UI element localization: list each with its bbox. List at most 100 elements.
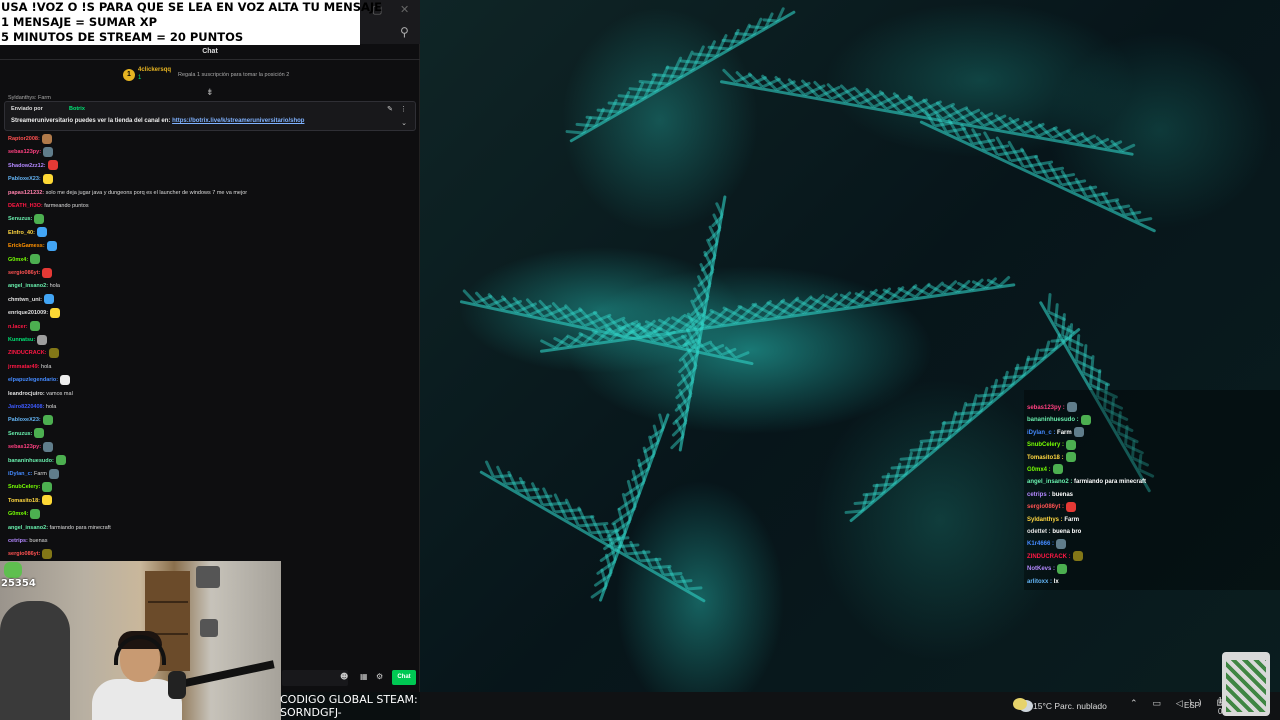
cam-wall-decor (200, 619, 218, 637)
chat-username[interactable]: G0mx4: (8, 511, 28, 517)
chat-username[interactable]: Tomasito18: (8, 498, 40, 504)
more-options-icon[interactable]: ⋮ (400, 105, 407, 113)
chat-input-bar: ☻ ▦ ⚙ Chat (280, 668, 420, 688)
chat-username[interactable]: sergio086yt: (8, 270, 40, 276)
emote-icon (1072, 551, 1083, 562)
emote-icon (36, 227, 47, 238)
collapse-pin-icon[interactable]: ⇟ (206, 88, 214, 98)
fern-leaflet (541, 501, 567, 507)
pinned-message: Enviado por Botrix Streameruniversitario… (4, 101, 416, 131)
cam-chair (0, 601, 70, 720)
emote-icon (48, 468, 59, 479)
chat-message: enrique201009: (8, 307, 61, 320)
chat-username[interactable]: SnubCelery: (8, 484, 40, 490)
emote-icon (50, 307, 61, 318)
emote-icon (47, 160, 58, 171)
chat-message: Shadow2zz12: (8, 160, 58, 173)
chat-username[interactable]: angel_insano2: (8, 525, 48, 531)
weather-text[interactable]: 15°C Parc. nublado (1033, 701, 1107, 711)
chat-message: Senuzus: (8, 213, 45, 226)
fern-leaflet (617, 94, 645, 100)
mug-overlay-icon (1222, 652, 1270, 716)
overlay-username: ZINDUCRACK : (1027, 553, 1071, 560)
language-indicator[interactable]: ESP (1184, 701, 1200, 710)
chat-username[interactable]: Senuzus: (8, 216, 32, 222)
chat-username[interactable]: ErickGamess: (8, 243, 45, 249)
chat-username[interactable]: Kunnatsu: (8, 337, 35, 343)
overlay-chat-message: cetrips : buenas (1027, 489, 1073, 501)
chat-username[interactable]: ZINDUCRACK: (8, 350, 47, 356)
emote-icon (34, 213, 45, 224)
weather-icon[interactable] (1013, 698, 1027, 710)
send-chat-button[interactable]: Chat (392, 670, 416, 685)
emote-icon (1057, 563, 1068, 574)
chat-username[interactable]: angel_insano2: (8, 283, 48, 289)
emote-icon (30, 508, 41, 519)
chat-username[interactable]: G0mx4: (8, 257, 28, 263)
chat-message: leandrocjuiro: vamos mal (8, 388, 73, 401)
chat-input[interactable] (282, 670, 348, 686)
chat-username[interactable]: PabloxeX23: (8, 176, 41, 182)
leaderboard[interactable]: 1 4clickersqq 1 Regala 1 suscripción par… (120, 66, 420, 86)
chat-message: chmtwn_uni: (8, 294, 54, 307)
chat-username[interactable]: leandrocjuiro: (8, 391, 45, 397)
gear-icon[interactable]: ⚙ (376, 672, 383, 681)
chat-username[interactable]: jrmmatar49: (8, 364, 40, 370)
pin-icon[interactable]: ✎ (387, 105, 393, 113)
shop-link[interactable]: https://botrix.live/k/streameruniversita… (172, 118, 304, 124)
chat-username[interactable]: Senuzus: (8, 431, 32, 437)
search-icon[interactable]: ⚲ (400, 25, 409, 39)
leader-sub-count: 1 (138, 75, 142, 81)
chat-username[interactable]: n.lacer: (8, 324, 28, 330)
overlay-text: Farm (1064, 516, 1080, 523)
chat-message: elpapuzlegendario: (8, 374, 71, 387)
close-icon[interactable]: ✕ (400, 3, 409, 16)
fern-leaflet (1082, 344, 1088, 373)
fern-stem (479, 470, 706, 603)
calendar-icon[interactable]: ▦ (360, 672, 368, 681)
chat-username[interactable]: Elnfro_40: (8, 230, 35, 236)
chat-username[interactable]: elpapuzlegendario: (8, 377, 58, 383)
chat-username[interactable]: papas121232: (8, 190, 44, 196)
chat-message: bananinhuesudo: (8, 455, 66, 468)
chat-message: ZINDUCRACK: (8, 347, 59, 360)
chat-message: papas121232: solo me deja jugar java y d… (8, 187, 247, 200)
chat-username[interactable]: DEATH_H3O: (8, 203, 43, 209)
fern-leaflet (652, 73, 681, 79)
overlay-chat-message: arlitoxx : lx (1027, 576, 1059, 588)
emote-icon (30, 254, 41, 265)
chat-username[interactable]: Raptor2008: (8, 136, 40, 142)
global-code: CODIGO GLOBAL STEAM: SORNDGFJ- (280, 693, 430, 719)
overlay-text: lx (1053, 578, 1059, 585)
overlay-text: buenas (1052, 491, 1074, 498)
chat-username[interactable]: sergio086yt: (8, 551, 40, 557)
chat-message: Kunnatsu: (8, 334, 48, 347)
fern-leaflet (614, 543, 641, 549)
overlay-username: Tomasito18 : (1027, 454, 1064, 461)
overlay-chat-message: sebas123py : (1027, 402, 1077, 414)
chat-username[interactable]: bananinhuesudo: (8, 458, 54, 464)
chat-username[interactable]: Jairo8220408: (8, 404, 44, 410)
emote-icon (42, 173, 53, 184)
emoji-icon[interactable]: ☻ (340, 672, 348, 681)
overlay-chat-message: Syldanthys : Farm (1027, 514, 1079, 526)
expand-icon[interactable]: ⌄ (401, 119, 407, 127)
chat-username[interactable]: sebas123py: (8, 149, 41, 155)
chat-username[interactable]: PabloxeX23: (8, 417, 41, 423)
chat-username[interactable]: cetrips: (8, 538, 28, 544)
chat-message: PabloxeX23: (8, 173, 53, 186)
fern-stem (719, 80, 1134, 156)
emote-icon (34, 428, 45, 439)
chat-username[interactable]: Shadow2zz12: (8, 163, 46, 169)
overlay-username: K1r4666 : (1027, 541, 1055, 548)
chat-username[interactable]: chmtwn_uni: (8, 297, 42, 303)
chat-username[interactable]: enrique201009: (8, 310, 48, 316)
fern-leaflet (665, 66, 693, 72)
emote-icon (42, 481, 53, 492)
overlay-chat-message: odettet : buena bro (1027, 526, 1081, 538)
overlay-username: NotKevs : (1027, 566, 1056, 573)
chat-username[interactable]: sebas123py: (8, 444, 41, 450)
emote-icon (1066, 402, 1077, 413)
pinned-sent-by: Enviado por (11, 106, 43, 112)
chat-username[interactable]: iDylan_c: (8, 471, 32, 477)
